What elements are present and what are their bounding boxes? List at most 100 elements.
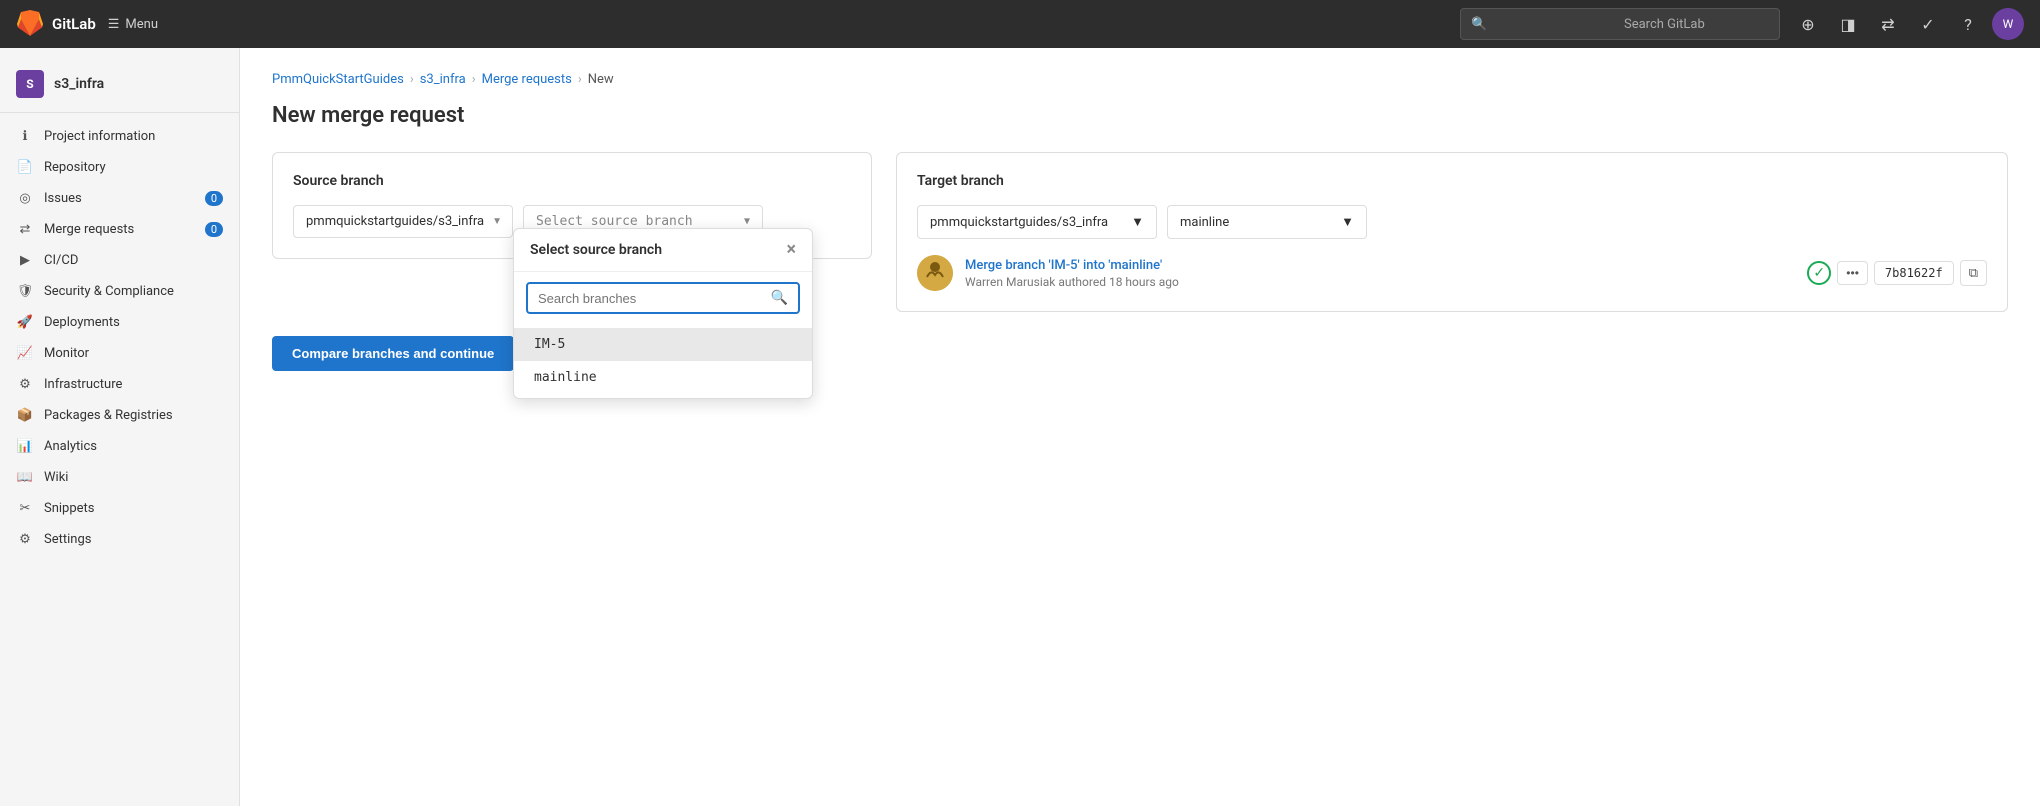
compare-branches-button[interactable]: Compare branches and continue [272, 336, 514, 371]
sidebar-item-analytics[interactable]: 📊 Analytics [0, 431, 239, 462]
settings-icon: ⚙ [16, 532, 34, 547]
branch-list-item[interactable]: IM-5 [514, 328, 812, 361]
commit-author: Warren Marusiak [965, 275, 1055, 289]
sidebar-item-label: Issues [44, 191, 82, 206]
repository-icon: 📄 [16, 160, 34, 175]
wiki-icon: 📖 [16, 470, 34, 485]
breadcrumb: PmmQuickStartGuides › s3_infra › Merge r… [272, 72, 2008, 87]
target-branch-value: mainline [1180, 215, 1229, 230]
sidebar-item-label: Monitor [44, 346, 89, 361]
infrastructure-icon: ⚙ [16, 377, 34, 392]
sidebar-item-label: Deployments [44, 315, 120, 330]
sidebar: S s3_infra ℹ Project information 📄 Repos… [0, 48, 240, 806]
source-branch-title: Source branch [293, 173, 851, 189]
chevron-down-icon: ▼ [744, 216, 750, 227]
merge-requests-badge: 0 [205, 222, 223, 237]
chevron-down-icon: ▼ [1131, 214, 1144, 230]
sidebar-item-infrastructure[interactable]: ⚙ Infrastructure [0, 369, 239, 400]
sidebar-item-cicd[interactable]: ▶ CI/CD [0, 245, 239, 276]
breadcrumb-current: New [588, 72, 614, 87]
chevron-down-icon: ▼ [1341, 214, 1354, 230]
cicd-icon: ▶ [16, 253, 34, 268]
sidebar-item-label: Security & Compliance [44, 284, 174, 299]
sidebar-item-issues[interactable]: ◎ Issues 0 [0, 183, 239, 214]
sidebar-item-wiki[interactable]: 📖 Wiki [0, 462, 239, 493]
target-repo-value: pmmquickstartguides/s3_infra [930, 215, 1108, 230]
gitlab-wordmark: GitLab [52, 15, 96, 33]
branch-list-item[interactable]: mainline [514, 361, 812, 394]
sidebar-item-packages-registries[interactable]: 📦 Packages & Registries [0, 400, 239, 431]
sidebar-item-label: Packages & Registries [44, 408, 173, 423]
target-branch-dropdown[interactable]: mainline ▼ [1167, 205, 1367, 239]
project-info-icon: ℹ [16, 129, 34, 144]
search-icon: 🔍 [771, 290, 788, 306]
commit-time: authored 18 hours ago [1058, 275, 1178, 289]
search-icon: 🔍 [1471, 17, 1616, 32]
sidebar-item-security-compliance[interactable]: 🛡 Security & Compliance [0, 276, 239, 307]
project-name: s3_infra [54, 76, 104, 92]
global-search[interactable]: 🔍 Search GitLab [1460, 8, 1780, 40]
commit-status-icon: ✓ [1807, 261, 1831, 285]
monitor-icon: 📈 [16, 346, 34, 361]
source-repo-value: pmmquickstartguides/s3_infra [306, 214, 484, 229]
popup-title: Select source branch [530, 242, 662, 258]
target-branch-box: Target branch pmmquickstartguides/s3_inf… [896, 152, 2008, 312]
sidebar-item-label: Infrastructure [44, 377, 122, 392]
source-branch-popup: Select source branch × 🔍 IM-5 mainline [513, 228, 813, 399]
user-avatar[interactable]: W [1992, 8, 2024, 40]
commit-details: Merge branch 'IM-5' into 'mainline' Warr… [965, 258, 1795, 289]
sidebar-item-label: Merge requests [44, 222, 134, 237]
commit-more-button[interactable]: ••• [1837, 261, 1868, 285]
branch-list: IM-5 mainline [514, 324, 812, 398]
commit-info: Merge branch 'IM-5' into 'mainline' Warr… [917, 255, 1987, 291]
merge-requests-icon: ⇄ [16, 222, 34, 237]
main-content: PmmQuickStartGuides › s3_infra › Merge r… [240, 48, 2040, 806]
popup-header: Select source branch × [514, 229, 812, 272]
issues-shortcut[interactable]: ◨ [1832, 8, 1864, 40]
sidebar-project[interactable]: S s3_infra [0, 60, 239, 113]
breadcrumb-section[interactable]: Merge requests [482, 72, 572, 87]
sidebar-item-label: Analytics [44, 439, 97, 454]
sidebar-item-repository[interactable]: 📄 Repository [0, 152, 239, 183]
branch-selector-area: Source branch pmmquickstartguides/s3_inf… [272, 152, 2008, 312]
page-title: New merge request [272, 103, 2008, 128]
sidebar-item-monitor[interactable]: 📈 Monitor [0, 338, 239, 369]
commit-actions: ✓ ••• 7b81622f ⧉ [1807, 260, 1987, 286]
sidebar-item-project-information[interactable]: ℹ Project information [0, 121, 239, 152]
security-icon: 🛡 [16, 284, 34, 299]
merge-requests-shortcut[interactable]: ⇄ [1872, 8, 1904, 40]
top-navigation: GitLab ☰ Menu 🔍 Search GitLab ⊕ ◨ ⇄ ✓ ? … [0, 0, 2040, 48]
sidebar-item-label: Settings [44, 532, 91, 547]
sidebar-item-label: CI/CD [44, 253, 78, 268]
commit-message[interactable]: Merge branch 'IM-5' into 'mainline' [965, 258, 1795, 273]
breadcrumb-project[interactable]: s3_infra [420, 72, 466, 87]
todo-shortcut[interactable]: ✓ [1912, 8, 1944, 40]
deployments-icon: 🚀 [16, 315, 34, 330]
source-repo-dropdown[interactable]: pmmquickstartguides/s3_infra ▼ [293, 205, 513, 238]
sidebar-item-label: Repository [44, 160, 106, 175]
help-button[interactable]: ? [1952, 8, 1984, 40]
target-branch-title: Target branch [917, 173, 1987, 189]
target-selectors: pmmquickstartguides/s3_infra ▼ mainline … [917, 205, 1987, 239]
sidebar-item-snippets[interactable]: ✂ Snippets [0, 493, 239, 524]
sidebar-item-settings[interactable]: ⚙ Settings [0, 524, 239, 555]
issues-badge: 0 [205, 191, 223, 206]
menu-button[interactable]: ☰ Menu [108, 17, 158, 32]
branch-search-input[interactable] [538, 291, 763, 306]
sidebar-item-label: Project information [44, 129, 155, 144]
sidebar-item-deployments[interactable]: 🚀 Deployments [0, 307, 239, 338]
branch-search-box[interactable]: 🔍 [526, 282, 800, 314]
sidebar-item-label: Wiki [44, 470, 68, 485]
source-branch-placeholder: Select source branch [536, 214, 693, 229]
target-repo-dropdown[interactable]: pmmquickstartguides/s3_infra ▼ [917, 205, 1157, 239]
commit-meta: Warren Marusiak authored 18 hours ago [965, 275, 1795, 289]
chevron-down-icon: ▼ [492, 216, 502, 227]
topnav-icons: ⊕ ◨ ⇄ ✓ ? W [1792, 8, 2024, 40]
create-new-button[interactable]: ⊕ [1792, 8, 1824, 40]
gitlab-logo[interactable]: GitLab [16, 10, 96, 38]
commit-copy-button[interactable]: ⧉ [1960, 260, 1987, 286]
sidebar-item-merge-requests[interactable]: ⇄ Merge requests 0 [0, 214, 239, 245]
breadcrumb-org[interactable]: PmmQuickStartGuides [272, 72, 404, 87]
popup-close-button[interactable]: × [786, 241, 796, 259]
issues-icon: ◎ [16, 191, 34, 206]
